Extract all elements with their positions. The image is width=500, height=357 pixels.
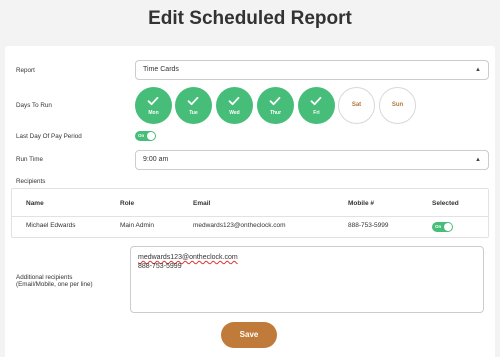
day-toggle-sun[interactable]: Sun (379, 87, 416, 124)
day-toggle-wed[interactable]: Wed (216, 87, 253, 124)
day-name: Mon (148, 110, 159, 116)
day-name: Wed (229, 110, 240, 116)
recipient-name: Michael Edwards (26, 222, 76, 229)
additional-recipients-textarea[interactable]: medwards123@ontheclock.com 888-753-5999 (130, 246, 484, 313)
toggle-state-label: On (138, 133, 145, 138)
last-day-of-pay-period-label: Last Day Of Pay Period (16, 133, 82, 140)
textarea-line: 888-753-5999 (138, 263, 182, 270)
page-title: Edit Scheduled Report (148, 8, 352, 29)
day-toggle-tue[interactable]: Tue (175, 87, 212, 124)
recipient-role: Main Admin (120, 222, 154, 229)
table-divider (12, 216, 488, 217)
day-toggle-fri[interactable]: Fri (298, 87, 335, 124)
recipient-mobile: 888-753-5999 (348, 222, 389, 229)
report-label: Report (16, 67, 35, 74)
day-name: Sun (391, 102, 404, 108)
check-icon (310, 96, 322, 106)
day-toggle-mon[interactable]: Mon (135, 87, 172, 124)
report-select-value: Time Cards (143, 66, 179, 73)
run-time-select[interactable]: 9:00 am ▲ (135, 150, 489, 170)
additional-recipients-label: Additional recipients (Email/Mobile, one… (16, 274, 93, 288)
day-name: Tue (189, 110, 198, 116)
check-icon (228, 96, 240, 106)
check-icon (147, 96, 159, 106)
column-header-selected: Selected (432, 200, 459, 207)
recipients-label: Recipients (16, 178, 46, 185)
column-header-mobile: Mobile # (348, 200, 375, 207)
day-toggle-sat[interactable]: Sat (338, 87, 375, 124)
day-name: Fri (313, 110, 320, 116)
toggle-knob (147, 132, 155, 140)
run-time-select-value: 9:00 am (143, 156, 169, 163)
column-header-email: Email (193, 200, 211, 207)
updown-caret-icon: ▲ (475, 67, 481, 73)
run-time-label: Run Time (16, 156, 43, 163)
recipient-email: medwards123@ontheclock.com (193, 222, 286, 229)
toggle-state-label: On (435, 224, 442, 229)
check-icon (269, 96, 281, 106)
additional-recipients-label-line1: Additional recipients (16, 274, 73, 281)
days-to-run-label: Days To Run (16, 102, 52, 109)
column-header-name: Name (26, 200, 44, 207)
check-icon (187, 96, 199, 106)
day-name: Thur (269, 110, 282, 116)
day-name: Sat (351, 102, 362, 108)
toggle-knob (444, 223, 452, 231)
recipient-selected-toggle[interactable]: On (432, 222, 453, 232)
day-toggle-thur[interactable]: Thur (257, 87, 294, 124)
column-header-role: Role (120, 200, 135, 207)
report-select[interactable]: Time Cards ▲ (135, 60, 489, 80)
additional-recipients-label-line2: (Email/Mobile, one per line) (16, 281, 93, 288)
updown-caret-icon: ▲ (475, 157, 481, 163)
recipients-table: Name Role Email Mobile # Selected Michae… (11, 188, 489, 238)
last-day-toggle[interactable]: On (135, 131, 156, 141)
save-button[interactable]: Save (221, 322, 277, 348)
textarea-line: medwards123@ontheclock.com (138, 254, 238, 261)
